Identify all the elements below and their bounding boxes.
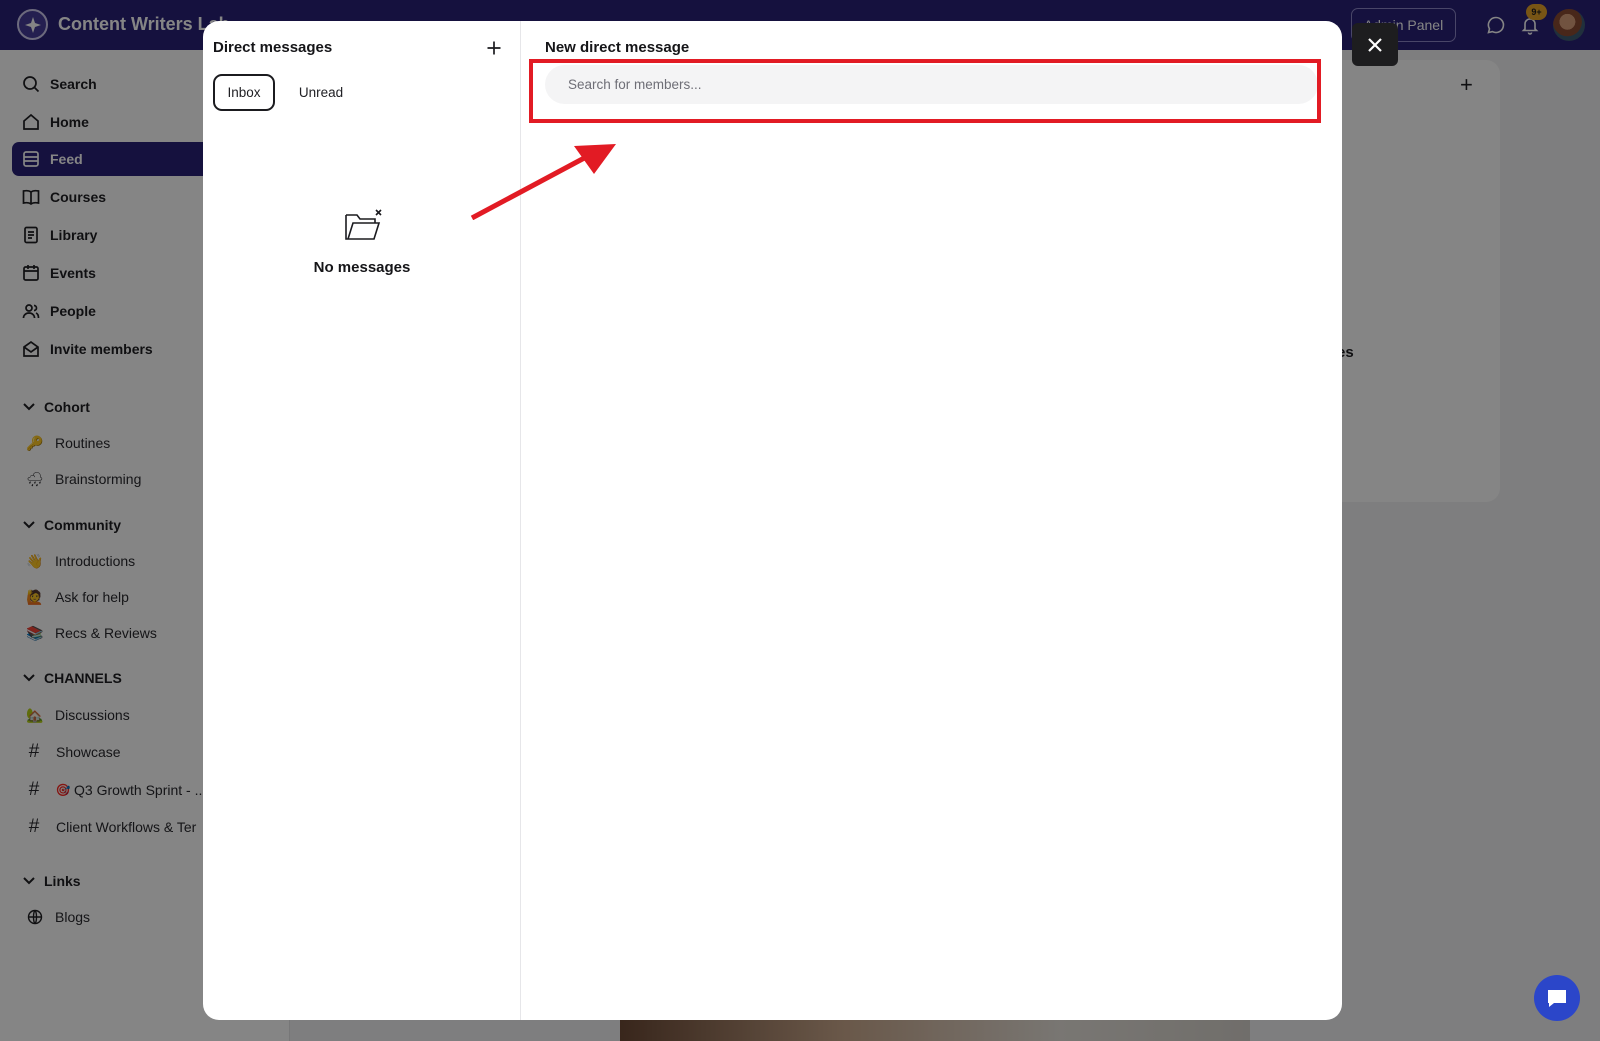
empty-state-text: No messages	[313, 259, 411, 276]
close-modal-button[interactable]	[1352, 23, 1398, 66]
close-icon	[1368, 37, 1382, 52]
tab-inbox[interactable]: Inbox	[213, 74, 275, 111]
new-message-plus-icon[interactable]	[483, 37, 505, 59]
chat-bubble-icon	[1548, 990, 1566, 1007]
support-chat-button[interactable]	[1534, 975, 1580, 1021]
new-dm-title: New direct message	[545, 39, 690, 56]
annotation-arrow-icon	[470, 144, 616, 220]
empty-folder-icon	[345, 209, 382, 240]
tab-unread[interactable]: Unread	[287, 74, 355, 111]
annotation-highlight-box	[529, 59, 1321, 123]
direct-messages-modal: Direct messages Inbox Unread No messages…	[203, 21, 1342, 1020]
dm-title: Direct messages	[213, 39, 333, 56]
